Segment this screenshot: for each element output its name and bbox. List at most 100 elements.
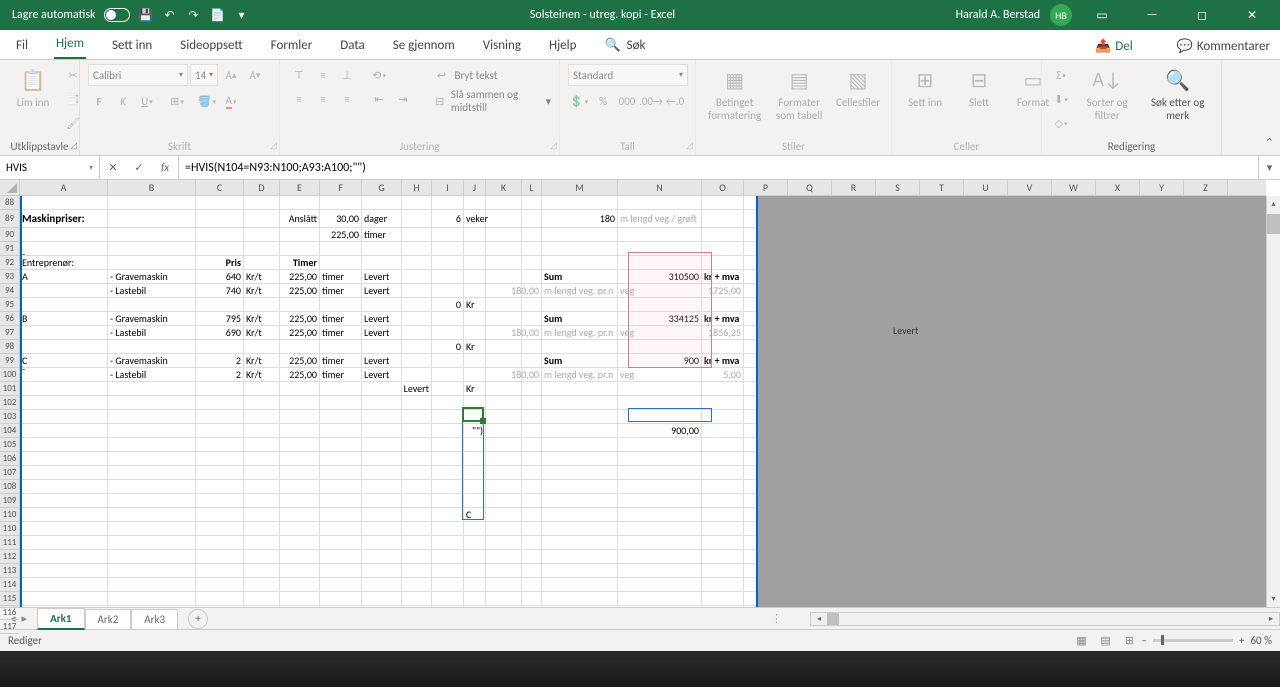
cell[interactable]: [280, 298, 320, 311]
cell[interactable]: [542, 592, 618, 605]
cell[interactable]: [320, 452, 362, 465]
cell[interactable]: 180: [542, 210, 618, 227]
cell[interactable]: [702, 452, 744, 465]
cell[interactable]: [432, 592, 464, 605]
cell[interactable]: Kr/t: [244, 368, 280, 381]
cell[interactable]: [362, 606, 402, 607]
cell[interactable]: [108, 564, 196, 577]
cell[interactable]: [432, 564, 464, 577]
cell[interactable]: [244, 578, 280, 591]
cell[interactable]: ""): [464, 424, 486, 437]
merge-center-button[interactable]: ⊟Slå sammen og midtstill▾: [431, 88, 551, 114]
cell[interactable]: [196, 438, 244, 451]
insert-function-icon[interactable]: fx: [152, 161, 178, 174]
cell[interactable]: [196, 452, 244, 465]
cell[interactable]: 180,00: [522, 284, 542, 297]
cell[interactable]: [280, 578, 320, 591]
cell[interactable]: [320, 340, 362, 353]
cell[interactable]: 2: [196, 354, 244, 367]
cell[interactable]: [280, 382, 320, 395]
cell[interactable]: [522, 396, 542, 409]
scroll-up-icon[interactable]: ▴: [1267, 196, 1280, 212]
cell[interactable]: [108, 298, 196, 311]
autosum-icon[interactable]: Σ▾: [1050, 64, 1072, 86]
undo-icon[interactable]: ↶: [162, 7, 178, 23]
cell[interactable]: [464, 284, 486, 297]
sheet-tab-ark1[interactable]: Ark1: [37, 608, 84, 630]
number-dialog-icon[interactable]: ◿: [686, 140, 693, 151]
cell[interactable]: [108, 522, 196, 535]
cell[interactable]: [522, 410, 542, 423]
cell[interactable]: [244, 298, 280, 311]
cell[interactable]: [618, 508, 702, 521]
cell[interactable]: [362, 340, 402, 353]
cell[interactable]: [542, 340, 618, 353]
cell[interactable]: [196, 480, 244, 493]
cell[interactable]: [20, 592, 108, 605]
page-layout-view-icon[interactable]: ▤: [1094, 634, 1118, 647]
row-header-100[interactable]: 100: [0, 368, 19, 382]
cell[interactable]: [432, 508, 464, 521]
font-dialog-icon[interactable]: ◿: [270, 140, 277, 151]
cell[interactable]: [402, 606, 432, 607]
cell[interactable]: Entreprenør:: [20, 256, 108, 269]
cell[interactable]: [20, 340, 108, 353]
minimize-icon[interactable]: —: [1132, 0, 1172, 30]
cell[interactable]: [702, 508, 744, 521]
row-header-116[interactable]: 116: [0, 606, 19, 620]
cell[interactable]: [20, 298, 108, 311]
increase-decimal-icon[interactable]: .00→: [640, 90, 662, 112]
cell[interactable]: [486, 480, 522, 493]
tab-se-gjennom[interactable]: Se gjennom: [391, 32, 457, 59]
cell[interactable]: Kr/t: [244, 270, 280, 283]
cell[interactable]: [702, 480, 744, 493]
cell[interactable]: [486, 396, 522, 409]
cell[interactable]: [108, 210, 196, 227]
cell[interactable]: [196, 210, 244, 227]
cell[interactable]: Kr/t: [244, 326, 280, 339]
cell[interactable]: [108, 242, 196, 255]
cell[interactable]: [108, 396, 196, 409]
cell[interactable]: [464, 196, 486, 209]
next-sheet-icon[interactable]: ▸: [22, 612, 28, 625]
cell[interactable]: [362, 578, 402, 591]
cell[interactable]: [108, 382, 196, 395]
cell[interactable]: [464, 578, 486, 591]
cell-styles-button[interactable]: ▧Cellestiler: [833, 64, 883, 111]
cell[interactable]: Kr: [464, 382, 486, 395]
cell[interactable]: [542, 298, 618, 311]
cell[interactable]: [402, 508, 432, 521]
cell[interactable]: [464, 564, 486, 577]
cell[interactable]: [20, 228, 108, 241]
col-header-P[interactable]: P: [744, 180, 788, 195]
cell[interactable]: [432, 326, 464, 339]
cell[interactable]: [20, 196, 108, 209]
cell[interactable]: [20, 494, 108, 507]
cell[interactable]: [702, 396, 744, 409]
col-header-U[interactable]: U: [964, 180, 1008, 195]
row-header-105[interactable]: 105: [0, 438, 19, 452]
cell[interactable]: [702, 536, 744, 549]
cell[interactable]: [464, 536, 486, 549]
horizontal-scrollbar[interactable]: ◂ ▸: [810, 612, 1280, 626]
cell[interactable]: [20, 410, 108, 423]
cell[interactable]: [402, 284, 432, 297]
sort-filter-button[interactable]: A↓Sorter og filtrer: [1076, 64, 1138, 124]
cell[interactable]: [432, 452, 464, 465]
align-right-icon[interactable]: ≡: [336, 88, 358, 110]
cell[interactable]: [522, 210, 542, 227]
cell[interactable]: [244, 466, 280, 479]
vertical-scrollbar[interactable]: ▴ ▾: [1266, 196, 1280, 607]
cell[interactable]: [522, 242, 542, 255]
cell[interactable]: Levert: [362, 312, 402, 325]
cell[interactable]: [320, 494, 362, 507]
cell[interactable]: [196, 494, 244, 507]
cell[interactable]: [542, 242, 618, 255]
cell[interactable]: Kr/t: [244, 354, 280, 367]
cell[interactable]: kr + mva: [702, 270, 744, 283]
cell[interactable]: [402, 270, 432, 283]
cell[interactable]: [108, 606, 196, 607]
cell[interactable]: [464, 270, 486, 283]
cell[interactable]: [402, 256, 432, 269]
cell[interactable]: [244, 396, 280, 409]
